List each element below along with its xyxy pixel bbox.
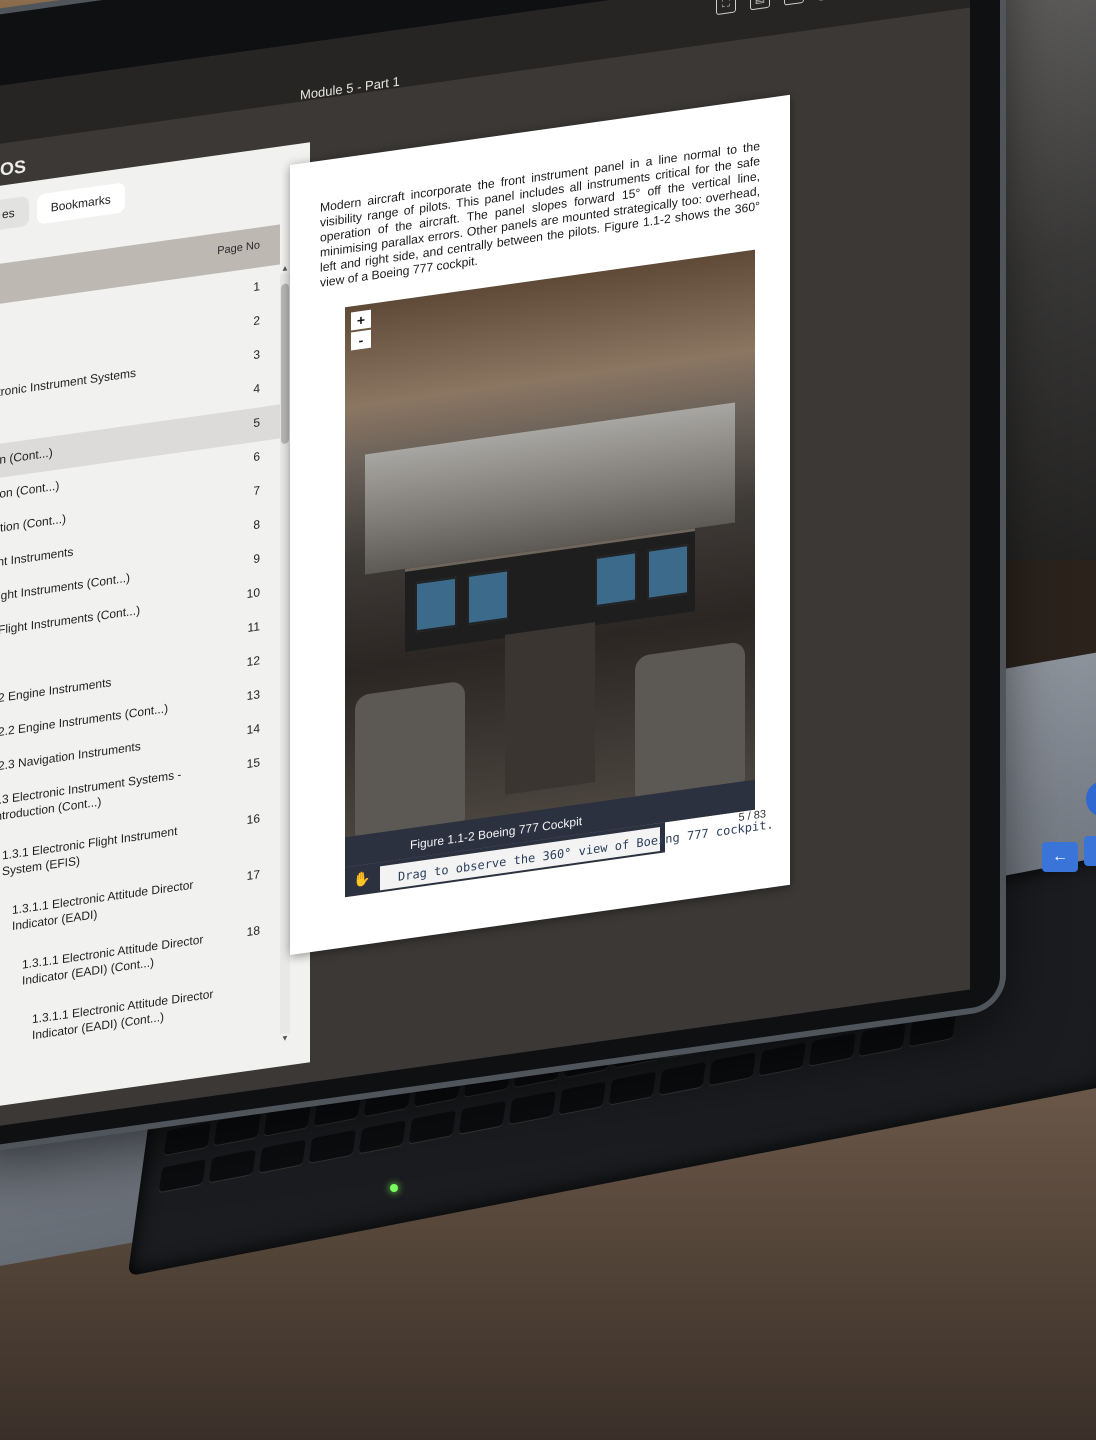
zoom-in-button[interactable]: + [351, 309, 371, 331]
pilot-seat-left [355, 680, 465, 846]
display-screen [467, 569, 509, 626]
next-page-button[interactable] [1084, 836, 1096, 866]
display-screen [415, 576, 457, 633]
tab-bookmarks[interactable]: Bookmarks [36, 182, 125, 225]
display-screen [647, 543, 689, 600]
toc-scrollbar[interactable] [280, 273, 290, 1035]
zoom-out-button[interactable]: - [351, 329, 371, 351]
drag-hand-icon: ✋ [353, 869, 371, 889]
tab-contents[interactable]: es [0, 195, 29, 232]
display-screen [595, 551, 637, 608]
scroll-thumb[interactable] [281, 283, 289, 445]
zoom-controls: + - [351, 309, 371, 351]
app-name: OS [0, 156, 27, 180]
prev-page-button[interactable]: ← [1042, 842, 1078, 872]
pilot-seat-right [635, 641, 745, 807]
toc-list: 1 2 Electronic Instrument Systems3 tion4… [0, 268, 280, 1068]
app-screen: Module 5 - Part 1 ⛶ ▤ ▭ ▦ ☼ ⌑ × OS es Bo… [0, 0, 970, 1131]
panorama-viewer[interactable]: + - [345, 249, 755, 868]
page-no-header: Page No [217, 239, 260, 258]
sidebar-tabs: es Bookmarks [0, 182, 125, 232]
document-page: Modern aircraft incorporate the front in… [290, 94, 790, 956]
toc-sidebar: es Bookmarks Page No 1 2 Electronic Inst… [0, 142, 310, 1110]
power-led [390, 1184, 398, 1192]
scroll-down-arrow-icon[interactable]: ▼ [280, 1033, 290, 1044]
throttle-pedestal [505, 622, 595, 795]
